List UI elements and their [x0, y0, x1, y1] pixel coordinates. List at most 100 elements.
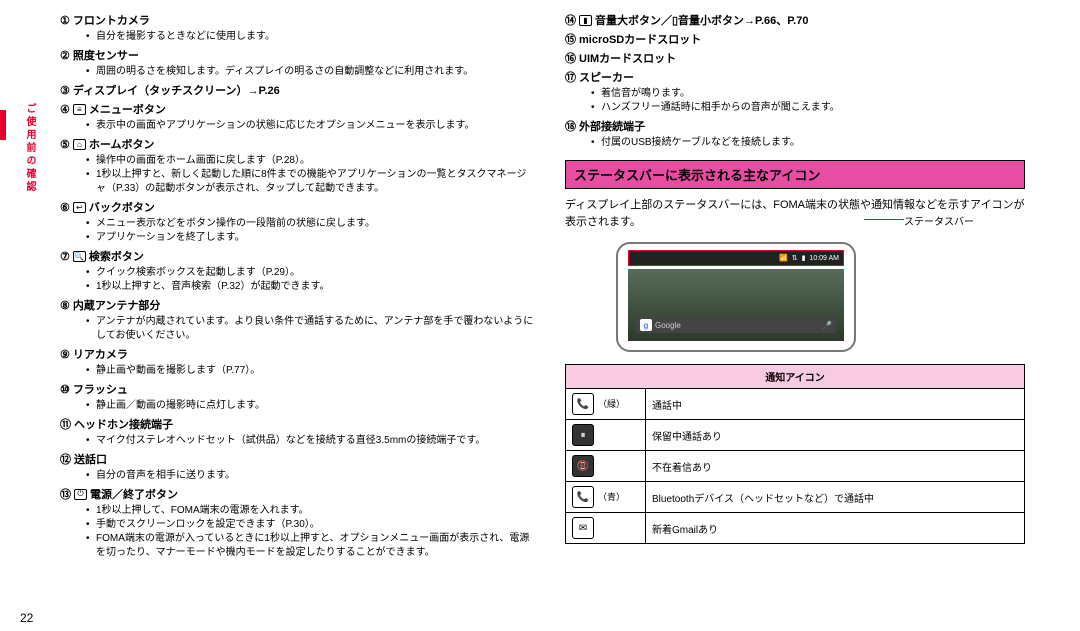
button-glyph-icon: 🔍 [73, 251, 86, 262]
hardware-item: ⑫送話口自分の音声を相手に送ります。 [60, 451, 535, 483]
item-title: ②照度センサー [60, 47, 535, 63]
section-tab-marker [0, 110, 6, 140]
item-title-text: 検索ボタン [89, 248, 144, 264]
icon-description: 通話中 [646, 389, 1025, 420]
left-column: ①フロントカメラ自分を撮影するときなどに使用します。 ②照度センサー周囲の明るさを… [60, 12, 550, 563]
item-bullet: アンテナが内蔵されています。より良い条件で通話するために、アンテナ部を手で覆わな… [86, 315, 535, 343]
item-bullets: 周囲の明るさを検知します。ディスプレイの明るさの自動調整などに利用されます。 [60, 65, 535, 79]
item-number: ⑯ [565, 50, 576, 66]
item-bullet: 自分を撮影するときなどに使用します。 [86, 30, 535, 44]
gmail-icon: ✉ [572, 517, 594, 539]
item-number: ⑦ [60, 250, 70, 263]
item-number: ⑤ [60, 138, 70, 151]
item-bullet: メニュー表示などをボタン操作の一段階前の状態に戻します。 [86, 217, 535, 231]
phone-bt-icon: 📞 [572, 486, 594, 508]
item-bullets: アンテナが内蔵されています。より良い条件で通話するために、アンテナ部を手で覆わな… [60, 315, 535, 343]
item-title: ⑪ヘッドホン接続端子 [60, 416, 535, 432]
item-bullet: 付属のUSB接続ケーブルなどを接続します。 [591, 136, 1025, 150]
page-number: 22 [20, 611, 33, 625]
hardware-item: ⑭▮音量大ボタン／▯音量小ボタン→P.66、P.70 [565, 12, 1025, 28]
item-bullet: 操作中の画面をホーム画面に戻します（P.28）。 [86, 154, 535, 168]
item-bullet: 静止画や動画を撮影します（P.77）。 [86, 364, 535, 378]
item-number: ② [60, 49, 70, 62]
phone-search-bar: g Google 🎤 [636, 317, 836, 333]
phone-statusbar: 📶 ⇅ ▮ 10:09 AM [628, 250, 844, 266]
hardware-item: ⑮microSDカードスロット [565, 31, 1025, 47]
item-title-text: フロントカメラ [73, 12, 150, 28]
item-title-text: 内蔵アンテナ部分 [73, 297, 161, 313]
item-title-text: フラッシュ [73, 381, 128, 397]
item-title: ⑩フラッシュ [60, 381, 535, 397]
button-glyph-icon: ▮ [579, 15, 592, 26]
icon-color-note: （緑） [598, 399, 625, 409]
button-glyph-icon: ⌂ [73, 139, 86, 150]
hardware-item: ⑨リアカメラ静止画や動画を撮影します（P.77）。 [60, 346, 535, 378]
notification-icon-table: 通知アイコン 📞（緑）通話中⏸保留中通話あり📵不在着信あり📞（青）Bluetoo… [565, 364, 1025, 544]
item-bullet: FOMA端末の電源が入っているときに1秒以上押すと、オプションメニュー画面が表示… [86, 532, 535, 560]
signal-icon: 📶 [779, 254, 788, 262]
item-title: ④≡メニューボタン [60, 101, 535, 117]
item-title-text: ホームボタン [89, 136, 155, 152]
item-bullet: ハンズフリー通話時に相手からの音声が聞こえます。 [591, 101, 1025, 115]
table-row: 📞 （緑） 通話中 [566, 389, 1025, 420]
icon-cell: ⏸ [566, 420, 646, 451]
right-column: ⑭▮音量大ボタン／▯音量小ボタン→P.66、P.70 ⑮microSDカードスロッ… [550, 12, 1040, 563]
item-bullet: 周囲の明るさを検知します。ディスプレイの明るさの自動調整などに利用されます。 [86, 65, 535, 79]
item-bullets: 操作中の画面をホーム画面に戻します（P.28）。1秒以上押すと、新しく起動した順… [60, 154, 535, 196]
button-glyph-icon: ↩ [73, 202, 86, 213]
item-bullets: 自分を撮影するときなどに使用します。 [60, 30, 535, 44]
item-bullet: 1秒以上押すと、音声検索（P.32）が起動できます。 [86, 280, 535, 294]
button-glyph-icon: ⏻ [74, 489, 87, 500]
hardware-item: ⑧内蔵アンテナ部分アンテナが内蔵されています。より良い条件で通話するために、アン… [60, 297, 535, 343]
hardware-item: ①フロントカメラ自分を撮影するときなどに使用します。 [60, 12, 535, 44]
item-number: ③ [60, 84, 70, 97]
item-bullets: 着信音が鳴ります。ハンズフリー通話時に相手からの音声が聞こえます。 [565, 87, 1025, 115]
item-title: ①フロントカメラ [60, 12, 535, 28]
item-title-text: ヘッドホン接続端子 [74, 416, 173, 432]
item-bullet: 表示中の画面やアプリケーションの状態に応じたオプションメニューを表示します。 [86, 119, 535, 133]
wifi-icon: ⇅ [792, 254, 798, 262]
item-number: ⑩ [60, 383, 70, 396]
item-title-text: メニューボタン [89, 101, 166, 117]
item-number: ⑫ [60, 451, 71, 467]
phone-green-icon: 📞 [572, 393, 594, 415]
battery-icon: ▮ [802, 254, 806, 262]
item-number: ⑥ [60, 201, 70, 214]
table-row: ✉新着Gmailあり [566, 513, 1025, 544]
icon-color-note: （青） [598, 492, 625, 502]
item-number: ⑮ [565, 31, 576, 47]
item-title-text: リアカメラ [73, 346, 128, 362]
item-title: ⑥↩バックボタン [60, 199, 535, 215]
item-title-text: 電源／終了ボタン [90, 486, 178, 502]
google-g-icon: g [640, 319, 652, 331]
item-number: ④ [60, 103, 70, 116]
hardware-item: ③ディスプレイ（タッチスクリーン）→P.26 [60, 82, 535, 98]
item-title-text: microSDカードスロット [579, 31, 701, 47]
item-bullets: 自分の音声を相手に送ります。 [60, 469, 535, 483]
icon-cell: 📵 [566, 451, 646, 482]
hardware-item: ⑪ヘッドホン接続端子マイク付ステレオヘッドセット（試供品）などを接続する直径3.… [60, 416, 535, 448]
search-placeholder-text: Google [655, 321, 681, 330]
hardware-item: ⑰スピーカー着信音が鳴ります。ハンズフリー通話時に相手からの音声が聞こえます。 [565, 69, 1025, 115]
item-bullets: 表示中の画面やアプリケーションの状態に応じたオプションメニューを表示します。 [60, 119, 535, 133]
phone-hold-icon: ⏸ [572, 424, 594, 446]
item-number: ① [60, 14, 70, 27]
item-bullets: 付属のUSB接続ケーブルなどを接続します。 [565, 136, 1025, 150]
phone-wallpaper: g Google 🎤 [628, 269, 844, 341]
hardware-item: ⑯UIMカードスロット [565, 50, 1025, 66]
table-header: 通知アイコン [566, 365, 1025, 389]
table-row: 📵不在着信あり [566, 451, 1025, 482]
item-number: ⑬ [60, 486, 71, 502]
item-title-text: バックボタン [89, 199, 155, 215]
item-title: ⑭▮音量大ボタン／▯音量小ボタン→P.66、P.70 [565, 12, 1025, 28]
item-bullet: 1秒以上押すと、新しく起動した順に8件までの機能やアプリケーションの一覧とタスク… [86, 168, 535, 196]
item-title: ⑨リアカメラ [60, 346, 535, 362]
callout-line [864, 219, 904, 220]
icon-description: 保留中通話あり [646, 420, 1025, 451]
item-title-text: ディスプレイ（タッチスクリーン）→P.26 [73, 82, 280, 98]
item-title-text: スピーカー [579, 69, 634, 85]
item-title: ⑦🔍検索ボタン [60, 248, 535, 264]
statusbar-clock: 10:09 AM [809, 255, 839, 262]
item-title-text: 照度センサー [73, 47, 139, 63]
item-title: ⑫送話口 [60, 451, 535, 467]
